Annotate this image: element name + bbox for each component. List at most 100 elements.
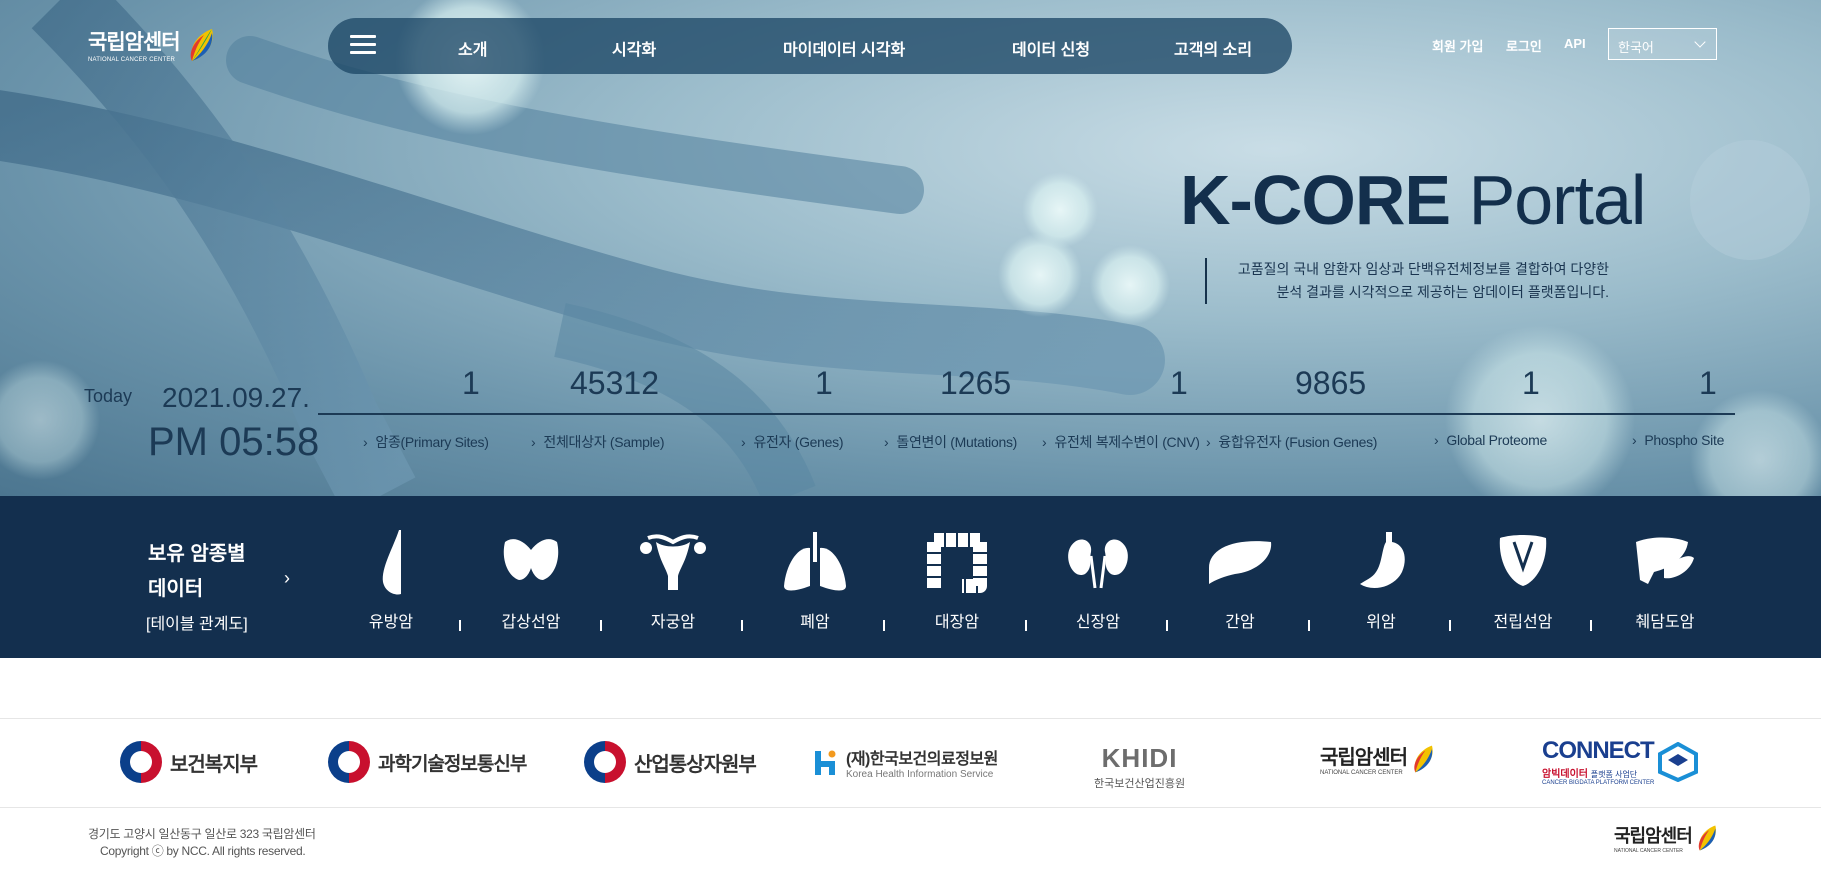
partner-logos: 보건복지부 과학기술정보통신부 산업통상자원부 (재)한국보건의료정보원 Kor… [0,718,1821,808]
divider [1449,620,1451,631]
today-label: Today [84,386,133,406]
signup-link[interactable]: 회원 가입 [1432,36,1483,55]
partner-connect[interactable]: CONNECT 암빅데이터 플랫폼 사업단 CANCER BIGDATA PLA… [1542,737,1699,786]
chevron-down-icon [1694,36,1706,48]
portal-description: 고품질의 국내 암환자 임상과 단백유전체정보를 결합하여 다양한 분석 결과를… [1169,258,1609,304]
partner-ncc-label: 국립암센터 [1320,747,1408,769]
divider [459,620,461,631]
cancer-kidney-label: 신장암 [1075,614,1121,631]
ncc-logo-icon [1698,825,1716,851]
nav-visualization[interactable]: 시각화 [612,36,656,60]
thyroid-icon [503,539,559,580]
taeguk-icon [120,741,162,783]
footer-copyright: Copyright ⓒ by NCC. All rights reserved. [100,844,306,858]
stomach-icon [1360,532,1405,588]
stat-genes-link[interactable]: 유전자 (Genes) [741,432,843,452]
api-link[interactable]: API [1564,36,1586,51]
footer-ncc-logo[interactable]: 국립암센터 NATIONAL CANCER CENTER [1614,822,1720,854]
stat-global-proteome-link[interactable]: Global Proteome [1434,432,1547,448]
nav-data-request[interactable]: 데이터 신청 [1012,36,1090,60]
uterus-icon [640,534,706,590]
stat-cnv-link[interactable]: 유전체 복제수변이 (CNV) [1042,432,1200,452]
divider [1025,620,1027,631]
stat-mutations-link[interactable]: 돌연변이 (Mutations) [884,432,1017,452]
nav-mydata-visualization[interactable]: 마이데이터 시각화 [783,36,905,60]
divider [600,620,602,631]
kidney-icon [1068,539,1128,589]
nav-customer-voice[interactable]: 고객의 소리 [1174,36,1252,60]
logo-name: 국립암센터 [88,31,181,54]
breast-icon [382,530,401,595]
partner-mohw-label: 보건복지부 [170,753,258,776]
language-select[interactable]: 한국어 [1608,28,1717,60]
stat-phospho-site-value: 1 [1699,365,1717,401]
cancer-stomach[interactable]: 위암 [1336,528,1426,632]
cancer-prostate-label: 전립선암 [1493,614,1553,631]
partner-motie[interactable]: 산업통상자원부 [584,741,757,783]
hero-banner: 국립암센터 NATIONAL CANCER CENTER 소개 시각화 마이데이… [0,0,1821,496]
cancer-liver[interactable]: 간암 [1195,528,1285,632]
cancer-section-title: 보유 암종별 데이터 [148,537,246,607]
pancreas-icon [1636,537,1694,584]
cancer-pancreas-label: 췌담도암 [1635,614,1695,631]
partner-mohw[interactable]: 보건복지부 [120,741,258,783]
partner-ncc-sub: NATIONAL CANCER CENTER [1320,770,1403,776]
ncc-logo-icon [1414,745,1433,772]
cancer-uterus[interactable]: 자궁암 [628,528,718,632]
chevron-right-icon[interactable]: › [284,568,290,589]
ncc-logo-icon [190,28,213,61]
login-link[interactable]: 로그인 [1506,36,1542,55]
partner-motie-label: 산업통상자원부 [634,753,757,776]
khis-h-icon [815,750,836,775]
prostate-icon [1499,535,1547,586]
footer-logo-name: 국립암센터 [1614,826,1693,846]
cancer-prostate[interactable]: 전립선암 [1478,528,1568,632]
cancer-pancreas-biliary[interactable]: 췌담도암 [1620,528,1710,632]
cancer-thyroid[interactable]: 갑상선암 [486,528,576,632]
partner-msit[interactable]: 과학기술정보통신부 [328,741,527,783]
partner-connect-kr2: 플랫폼 사업단 [1590,770,1638,779]
table-relation-link[interactable]: [테이블 관계도] [146,610,248,634]
cancer-thyroid-label: 갑상선암 [501,614,561,631]
ncc-logo[interactable]: 국립암센터 NATIONAL CANCER CENTER [88,26,218,63]
stat-fusion-genes-value: 9865 [1295,365,1367,401]
divider [741,620,743,631]
partner-khis-label: (재)한국보건의료정보원 [846,751,998,768]
stat-primary-sites-link[interactable]: 암종(Primary Sites) [363,432,489,452]
partner-khidi-sub: 한국보건산업진흥원 [1094,778,1186,790]
logo-subtitle: NATIONAL CANCER CENTER [88,57,176,63]
partner-connect-sub: CANCER BIGDATA PLATFORM CENTER [1542,780,1655,786]
portal-title: K-CORE Portal [1180,160,1647,240]
stats-divider [318,413,1735,415]
portal-description-line1: 고품질의 국내 암환자 임상과 단백유전체정보를 결합하여 다양한 [1237,261,1609,277]
cancer-section-title-line2: 데이터 [148,578,204,600]
stat-sample-value: 45312 [570,365,659,401]
nav-intro[interactable]: 소개 [458,36,487,60]
taeguk-icon [328,741,370,783]
cancer-lung[interactable]: 폐암 [770,528,860,632]
partner-khis-sub: Korea Health Information Service [846,769,994,780]
portal-title-light: Portal [1468,161,1647,239]
cancer-section-title-line1: 보유 암종별 [148,543,246,565]
cancer-breast[interactable]: 유방암 [346,528,436,632]
partner-ncc[interactable]: 국립암센터 NATIONAL CANCER CENTER [1320,741,1437,776]
partner-khis[interactable]: (재)한국보건의료정보원 Korea Health Information Se… [814,745,998,780]
stat-fusion-genes-link[interactable]: 융합유전자 (Fusion Genes) [1206,432,1377,452]
divider [883,620,885,631]
stat-genes-value: 1 [815,365,833,401]
cancer-kidney[interactable]: 신장암 [1053,528,1143,632]
cancer-uterus-label: 자궁암 [650,614,696,631]
cancer-colon[interactable]: 대장암 [912,528,1002,632]
cancer-colon-label: 대장암 [934,614,980,631]
today-time: PM 05:58 [148,420,320,464]
cancer-breast-label: 유방암 [368,614,414,631]
colon-icon [927,533,987,593]
portal-title-bold: K-CORE [1180,161,1451,239]
partner-khidi[interactable]: KHIDI 한국보건산업진흥원 [1094,743,1185,791]
lungs-icon [784,532,846,591]
stat-sample-link[interactable]: 전체대상자 (Sample) [531,432,664,452]
portal-description-line2: 분석 결과를 시각적으로 제공하는 암데이터 플랫폼입니다. [1276,284,1609,300]
footer-logo-sub: NATIONAL CANCER CENTER [1614,848,1683,854]
stat-phospho-site-link[interactable]: Phospho Site [1632,432,1724,448]
menu-icon[interactable] [350,35,376,57]
